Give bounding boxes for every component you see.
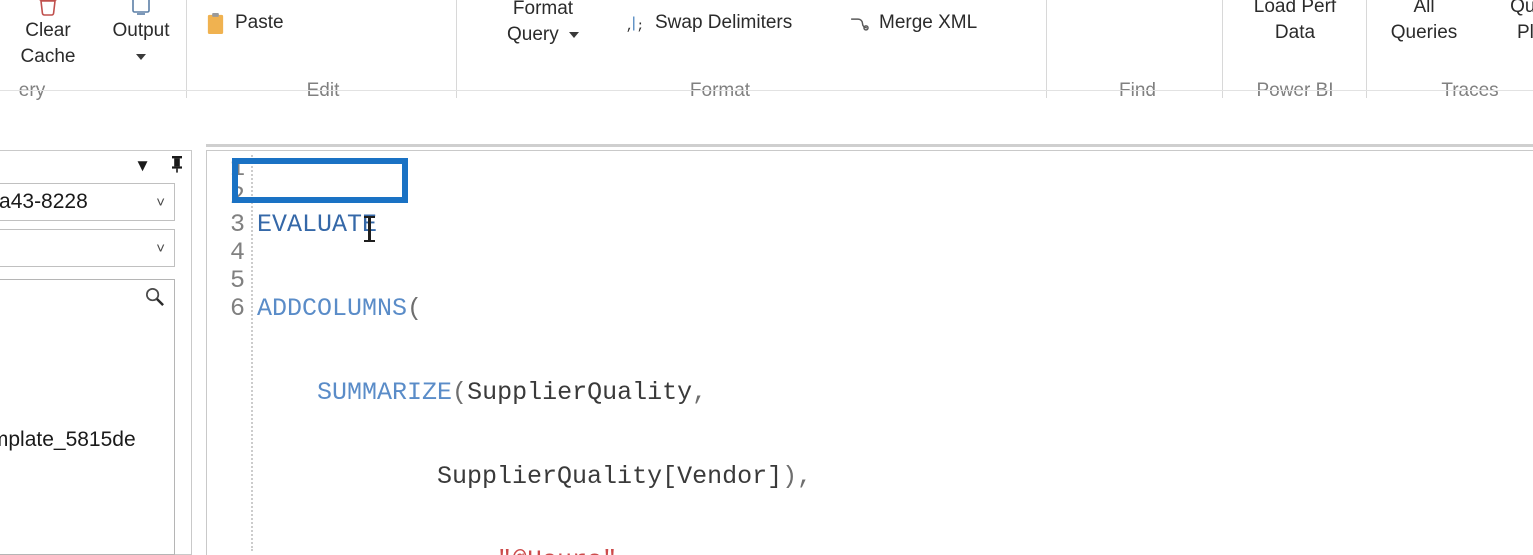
pane-splitter[interactable]	[196, 150, 206, 555]
all-queries-label-2: Queries	[1390, 22, 1458, 43]
svg-text:,: ,	[625, 18, 633, 33]
token-summarize: SUMMARIZE	[317, 378, 453, 407]
format-query-label-1: Format	[512, 0, 574, 19]
ribbon-group-traces: All Queries Query Plan	[1370, 0, 1533, 110]
ribbon-group-query: Clear Cache Output ery	[0, 0, 190, 110]
dax-query-editor[interactable]: 1 2 3 4 5 6 EVALUATE ADDCOLUMNS( SUMMARI…	[206, 150, 1533, 555]
merge-xml-label: Merge XML	[879, 12, 978, 33]
svg-text:;: ;	[636, 18, 644, 33]
swap-delimiters-button[interactable]: , ; Swap Delimiters	[624, 12, 792, 34]
output-button[interactable]: Output	[96, 0, 186, 70]
clear-cache-icon	[2, 0, 94, 18]
search-icon[interactable]	[144, 286, 166, 308]
token-string-hours: "@Hours"	[497, 546, 617, 555]
output-label: Output	[112, 20, 170, 41]
line-number: 1	[229, 154, 245, 183]
ribbon-group-label-traces: Traces	[1441, 80, 1499, 101]
code-line-2: ADDCOLUMNS(	[257, 295, 1157, 323]
load-perf-data-button[interactable]: Load Perf Data	[1226, 0, 1364, 46]
chevron-down-icon[interactable]: ˅	[156, 240, 174, 257]
token-close-comma: ),	[782, 462, 813, 491]
ribbon-separator-5	[1366, 0, 1367, 98]
line-number: 2	[229, 182, 245, 211]
ribbon-separator-1	[186, 0, 187, 98]
metadata-pane: ▼ 77-4a43-8228 ˅ ˅	[0, 150, 192, 555]
token-evaluate: EVALUATE	[257, 210, 378, 239]
code-line-5: "@Hours",	[257, 547, 1157, 555]
ribbon-group-label-query: ery	[18, 80, 46, 101]
merge-xml-icon	[848, 12, 870, 34]
swap-delimiters-label: Swap Delimiters	[655, 12, 793, 33]
chevron-down-icon[interactable]	[136, 53, 146, 60]
token-comma: ,	[692, 378, 708, 407]
swap-delimiters-icon: , ;	[624, 12, 646, 34]
dax-studio-window: Clear Cache Output ery Paste Edit Format…	[0, 0, 1533, 555]
token-column-ref: SupplierQuality[Vendor]	[437, 462, 783, 491]
ribbon-group-edit: Copy Redo	[190, 0, 456, 110]
paste-icon	[204, 12, 226, 34]
query-plan-label-1: Query	[1510, 0, 1533, 17]
code-line-3: SUMMARIZE(SupplierQuality,	[257, 379, 1157, 407]
metadata-tree[interactable]: eTemplate_5815de pe	[0, 279, 175, 555]
ribbon-group-label-edit: Edit	[306, 80, 340, 101]
clear-cache-button[interactable]: Clear Cache	[2, 0, 94, 70]
query-plan-label-2: Plan	[1516, 22, 1533, 43]
editor-gutter-rule	[251, 155, 253, 551]
model-combo[interactable]: ˅	[0, 229, 175, 267]
merge-xml-button[interactable]: Merge XML	[848, 12, 977, 34]
token-addcolumns: ADDCOLUMNS	[257, 294, 408, 323]
chevron-down-icon[interactable]	[569, 31, 580, 38]
editor-top-divider	[206, 144, 1533, 147]
ribbon-group-powerbi: Load Perf Data Power BI	[1226, 0, 1364, 110]
ribbon-group-label-powerbi: Power BI	[1256, 80, 1334, 101]
paste-button[interactable]: Paste	[204, 12, 284, 34]
all-queries-button[interactable]: All Queries	[1370, 0, 1478, 46]
token-comma: ,	[617, 546, 632, 555]
token-table: SupplierQuality	[467, 378, 693, 407]
code-line-1: EVALUATE	[257, 211, 1157, 239]
ribbon-bottom-divider	[0, 90, 1533, 91]
editor-code[interactable]: EVALUATE ADDCOLUMNS( SUMMARIZE(SupplierQ…	[257, 155, 1157, 555]
text-cursor-ibeam	[364, 216, 375, 242]
load-perf-data-label-2: Data	[1274, 22, 1316, 43]
metadata-pane-header: ▼	[134, 155, 185, 176]
database-combo-value: 77-4a43-8228	[0, 190, 88, 213]
clear-cache-label-1: Clear	[25, 20, 71, 41]
ribbon-group-format: Format Query a To Lower ,	[460, 0, 1046, 110]
output-icon	[96, 0, 186, 18]
format-query-button[interactable]: Format Query	[488, 0, 598, 48]
line-number: 3	[229, 210, 245, 239]
chevron-down-icon[interactable]: ▼	[134, 157, 151, 174]
work-area: ▼ 77-4a43-8228 ˅ ˅	[0, 112, 1533, 555]
ribbon-group-label-format: Format	[689, 80, 751, 101]
tree-item-table[interactable]: eTemplate_5815de	[0, 428, 136, 452]
token-paren: (	[407, 294, 423, 323]
format-query-label-2: Query	[506, 24, 559, 45]
paste-label: Paste	[235, 12, 284, 33]
clear-cache-label-2: Cache	[20, 46, 76, 67]
ribbon-toolbar: Clear Cache Output ery Paste Edit Format…	[0, 0, 1533, 110]
ribbon-separator-4	[1222, 0, 1223, 98]
code-line-4: SupplierQuality[Vendor]),	[257, 463, 1157, 491]
all-queries-label-1: All	[1413, 0, 1435, 17]
ribbon-separator-3	[1046, 0, 1047, 98]
pin-icon[interactable]	[169, 155, 185, 176]
line-number: 4	[229, 238, 245, 267]
database-combo[interactable]: 77-4a43-8228 ˅	[0, 183, 175, 221]
load-perf-data-label-1: Load Perf	[1253, 0, 1337, 17]
line-number: 5	[229, 266, 245, 295]
token-paren: (	[452, 378, 468, 407]
ribbon-group-label-find: Find	[1119, 80, 1156, 101]
chevron-down-icon[interactable]: ˅	[156, 194, 174, 211]
query-plan-button[interactable]: Query Plan	[1482, 0, 1533, 46]
ribbon-group-find: Replace Find	[1050, 0, 1220, 110]
line-number: 6	[229, 294, 245, 323]
ribbon-separator-2	[456, 0, 457, 98]
editor-gutter: 1 2 3 4 5 6	[207, 151, 251, 554]
